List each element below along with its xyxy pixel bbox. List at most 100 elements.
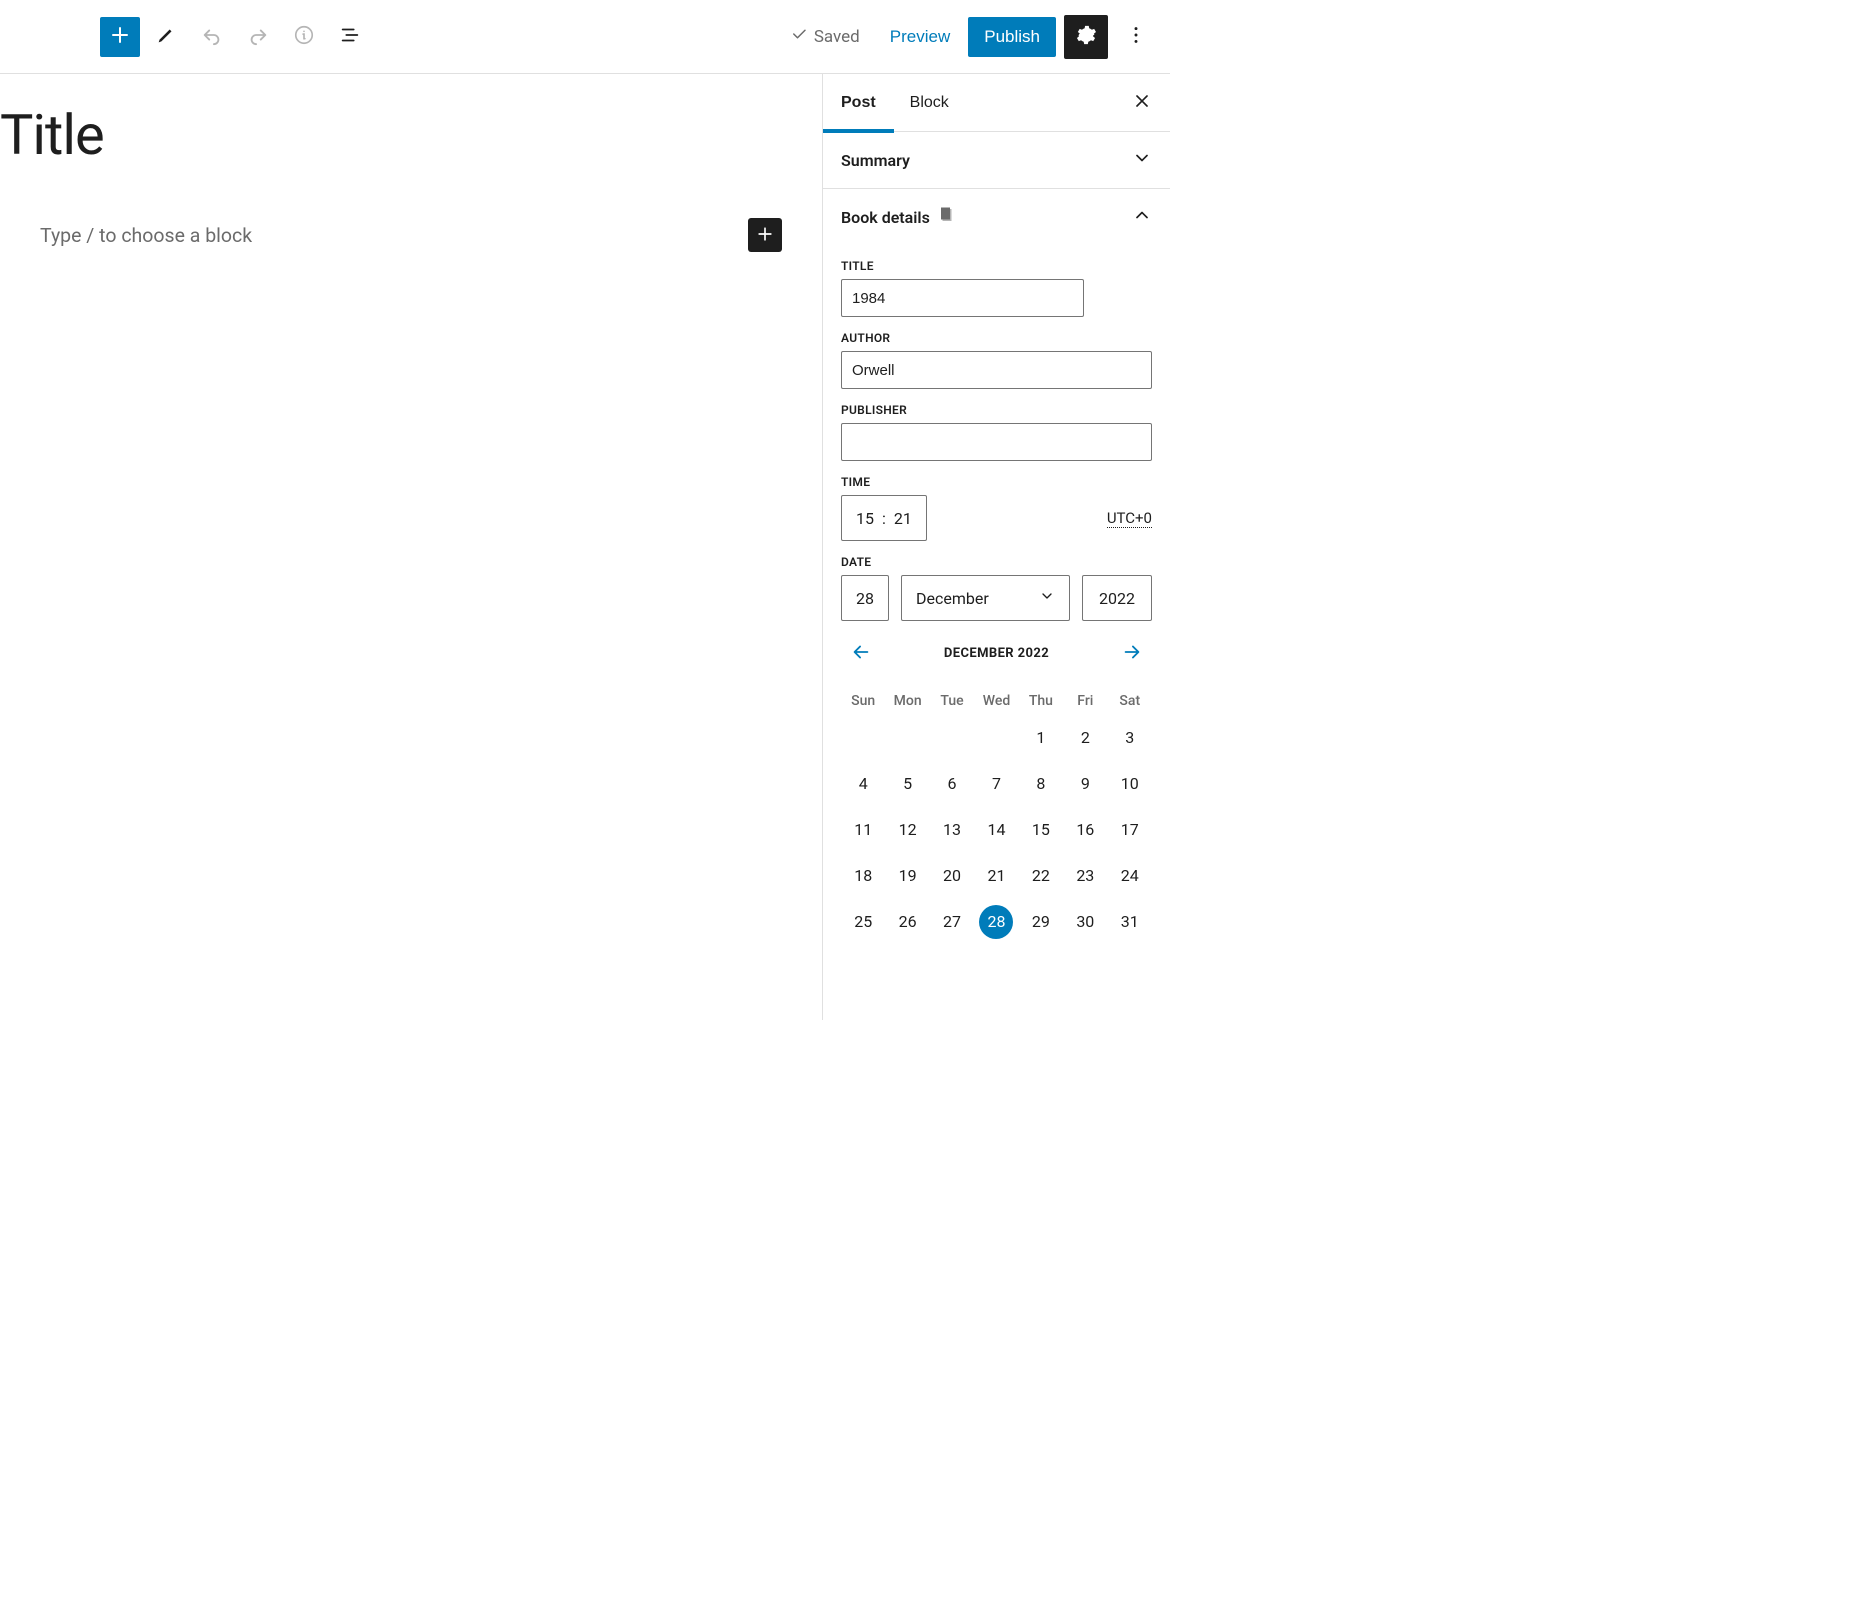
calendar-day[interactable]: 22 [1024, 859, 1058, 893]
settings-toggle-button[interactable] [1064, 15, 1108, 59]
saved-indicator: Saved [790, 25, 872, 48]
calendar-week-row: 25 26 27 28 29 30 31 [841, 899, 1152, 945]
undo-icon [201, 24, 223, 49]
label-date: DATE [841, 555, 1152, 569]
calendar-nav: DECEMBER 2022 [841, 637, 1152, 669]
calendar-day[interactable]: 13 [935, 813, 969, 847]
outline-button[interactable] [330, 17, 370, 57]
panel-book-details-toggle[interactable]: Book details [823, 189, 1170, 245]
field-date: DATE 28 December 2022 [841, 555, 1152, 621]
topbar-left-tools [74, 17, 370, 57]
calendar-weekday: Thu [1019, 687, 1063, 715]
date-year-value: 2022 [1099, 589, 1135, 608]
list-outline-icon [339, 24, 361, 49]
calendar-day[interactable]: 3 [1113, 721, 1147, 755]
close-sidebar-button[interactable] [1132, 91, 1152, 114]
date-year-input[interactable]: 2022 [1082, 575, 1152, 621]
calendar-day[interactable]: 23 [1068, 859, 1102, 893]
time-separator: : [882, 509, 886, 528]
calendar-weekday: Mon [885, 687, 929, 715]
input-publisher[interactable] [841, 423, 1152, 461]
date-month-select[interactable]: December [901, 575, 1070, 621]
calendar-day[interactable]: 16 [1068, 813, 1102, 847]
field-publisher: PUBLISHER [841, 403, 1152, 461]
info-button[interactable] [284, 17, 324, 57]
date-row: 28 December 2022 [841, 575, 1152, 621]
calendar-weekday: Tue [930, 687, 974, 715]
calendar-day[interactable]: 19 [891, 859, 925, 893]
inline-add-block-button[interactable] [748, 218, 782, 252]
calendar-day[interactable]: 29 [1024, 905, 1058, 939]
calendar-day[interactable]: 25 [846, 905, 880, 939]
calendar-day[interactable]: 2 [1068, 721, 1102, 755]
calendar-day[interactable]: 11 [846, 813, 880, 847]
calendar-day[interactable]: 10 [1113, 767, 1147, 801]
calendar-week-row: 18 19 20 21 22 23 24 [841, 853, 1152, 899]
pencil-icon [155, 24, 177, 49]
preview-button[interactable]: Preview [880, 19, 960, 55]
block-placeholder[interactable]: Type / to choose a block [40, 224, 748, 247]
post-title-input[interactable]: Title [0, 74, 822, 168]
panel-summary-toggle[interactable]: Summary [823, 132, 1170, 189]
tab-post[interactable]: Post [841, 74, 876, 132]
field-time: TIME 15 : 21 UTC+0 [841, 475, 1152, 541]
time-input[interactable]: 15 : 21 [841, 495, 927, 541]
calendar-day[interactable]: 31 [1113, 905, 1147, 939]
calendar-day[interactable]: 4 [846, 767, 880, 801]
calendar-day[interactable]: 26 [891, 905, 925, 939]
more-options-button[interactable] [1116, 17, 1156, 57]
calendar-day[interactable]: 30 [1068, 905, 1102, 939]
calendar-day[interactable]: 27 [935, 905, 969, 939]
arrow-left-icon [850, 641, 872, 666]
input-author[interactable] [841, 351, 1152, 389]
calendar-next-month[interactable] [1116, 637, 1148, 669]
calendar-day[interactable]: 28 [979, 905, 1013, 939]
timezone-label[interactable]: UTC+0 [1107, 509, 1152, 528]
calendar-day[interactable]: 24 [1113, 859, 1147, 893]
undo-button[interactable] [192, 17, 232, 57]
wordpress-home-button[interactable] [0, 0, 74, 74]
date-day-input[interactable]: 28 [841, 575, 889, 621]
calendar-prev-month[interactable] [845, 637, 877, 669]
calendar-day[interactable]: 1 [1024, 721, 1058, 755]
calendar-day[interactable]: 5 [891, 767, 925, 801]
input-title[interactable] [841, 279, 1084, 317]
close-icon [1132, 91, 1152, 114]
panel-book-details-title: Book details [841, 208, 930, 227]
wordpress-logo-icon [18, 16, 56, 57]
tab-block[interactable]: Block [910, 74, 949, 132]
calendar-day[interactable]: 20 [935, 859, 969, 893]
book-icon [938, 206, 956, 228]
chevron-down-icon [1132, 148, 1152, 172]
sidebar-tabs: Post Block [823, 74, 1170, 132]
calendar-day[interactable]: 12 [891, 813, 925, 847]
label-author: AUTHOR [841, 331, 1152, 345]
calendar-weekday: Wed [974, 687, 1018, 715]
calendar-day[interactable]: 9 [1068, 767, 1102, 801]
calendar-day[interactable]: 7 [979, 767, 1013, 801]
redo-button[interactable] [238, 17, 278, 57]
calendar-day[interactable]: 18 [846, 859, 880, 893]
calendar-day[interactable]: 14 [979, 813, 1013, 847]
label-title: TITLE [841, 259, 1152, 273]
editor-body: Title Type / to choose a block Post Bloc… [0, 74, 1170, 1020]
label-publisher: PUBLISHER [841, 403, 1152, 417]
calendar-weekday-row: SunMonTueWedThuFriSat [841, 687, 1152, 715]
info-icon [293, 24, 315, 49]
chevron-down-icon [1039, 588, 1055, 608]
calendar-day[interactable]: 8 [1024, 767, 1058, 801]
add-block-button[interactable] [100, 17, 140, 57]
time-minute: 21 [894, 509, 912, 528]
calendar-day[interactable]: 15 [1024, 813, 1058, 847]
calendar-day[interactable]: 17 [1113, 813, 1147, 847]
panel-book-details-body: TITLE AUTHOR PUBLISHER TIME 15 [823, 245, 1170, 963]
calendar-weekday: Fri [1063, 687, 1107, 715]
calendar: DECEMBER 2022 SunMonTueWedThuFriSat 1234… [841, 637, 1152, 945]
edit-tool-button[interactable] [146, 17, 186, 57]
panel-summary-title: Summary [841, 151, 910, 170]
calendar-day[interactable]: 6 [935, 767, 969, 801]
arrow-right-icon [1121, 641, 1143, 666]
publish-button[interactable]: Publish [968, 17, 1056, 57]
calendar-day[interactable]: 21 [979, 859, 1013, 893]
calendar-week-row: 456789 10 [841, 761, 1152, 807]
